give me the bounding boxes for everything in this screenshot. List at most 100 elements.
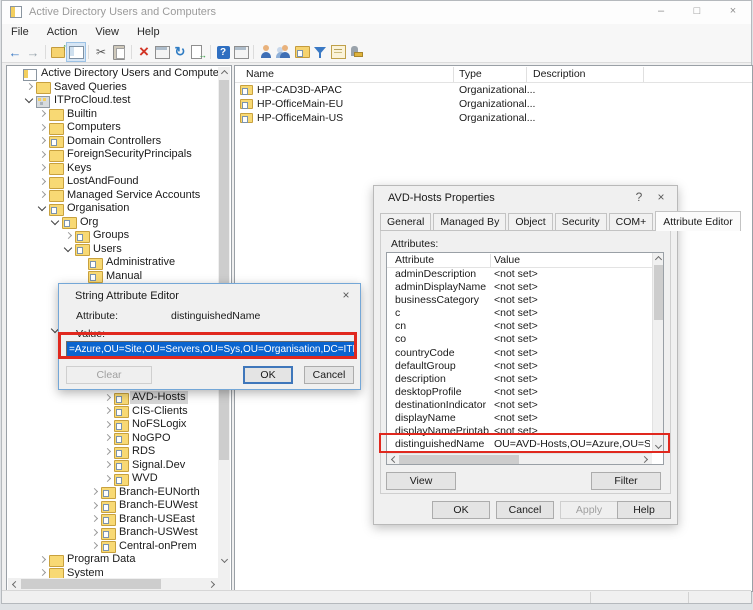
expander-icon[interactable] xyxy=(36,163,49,174)
tree-item[interactable]: Manual xyxy=(8,270,219,284)
attribute-row[interactable]: businessCategory <not set> xyxy=(387,294,652,307)
cut-button[interactable] xyxy=(92,43,110,61)
expander-icon[interactable] xyxy=(36,136,49,147)
properties-tab[interactable]: Object xyxy=(508,213,552,230)
delete-button[interactable] xyxy=(135,43,153,61)
cancel-button[interactable]: Cancel xyxy=(496,501,554,519)
expander-icon[interactable] xyxy=(88,487,101,498)
scroll-up-icon[interactable] xyxy=(218,67,230,79)
tree-item[interactable]: WVD xyxy=(8,472,219,486)
attribute-row[interactable]: desktopProfile <not set> xyxy=(387,386,652,399)
tree-item[interactable]: RDS xyxy=(8,445,219,459)
expander-icon[interactable] xyxy=(88,514,101,525)
attribute-row[interactable]: cn <not set> xyxy=(387,320,652,333)
set-filter-button[interactable] xyxy=(311,43,329,61)
attribute-row[interactable]: displayNamePrintable <not set> xyxy=(387,425,652,438)
tree-item[interactable]: Branch-USWest xyxy=(8,526,219,540)
close-button[interactable]: × xyxy=(715,1,751,24)
tree-item[interactable]: Managed Service Accounts xyxy=(8,189,219,203)
tree-item[interactable]: Keys xyxy=(8,162,219,176)
value-input[interactable]: =Azure,OU=Site,OU=Servers,OU=Sys,OU=Orga… xyxy=(66,341,355,358)
scrollbar-thumb[interactable] xyxy=(654,265,663,320)
scrollbar-thumb[interactable] xyxy=(219,80,229,460)
properties-tab[interactable]: COM+ xyxy=(609,213,654,230)
refresh-button[interactable] xyxy=(171,43,189,61)
expander-icon[interactable] xyxy=(88,527,101,538)
scroll-up-icon[interactable] xyxy=(652,253,664,265)
attribute-row[interactable]: c <not set> xyxy=(387,307,652,320)
ok-button[interactable]: OK xyxy=(432,501,490,519)
export-list-button[interactable] xyxy=(189,43,207,61)
attribute-row[interactable]: defaultGroup <not set> xyxy=(387,360,652,373)
minimize-button[interactable]: – xyxy=(643,1,679,24)
delegate-button[interactable] xyxy=(347,43,365,61)
attribute-row[interactable]: countryCode <not set> xyxy=(387,347,652,360)
tree-item[interactable]: Computers xyxy=(8,121,219,135)
tree-item[interactable]: Saved Queries xyxy=(8,81,219,95)
expander-icon[interactable] xyxy=(101,419,114,430)
expander-icon[interactable] xyxy=(101,460,114,471)
show-console-tree-button[interactable] xyxy=(67,43,85,61)
dialog-close-icon[interactable]: × xyxy=(653,190,669,204)
scroll-right-icon[interactable] xyxy=(640,453,652,465)
properties-button[interactable] xyxy=(153,43,171,61)
expander-icon[interactable] xyxy=(36,203,49,214)
attribute-row[interactable]: co <not set> xyxy=(387,333,652,346)
tree-item[interactable]: LostAndFound xyxy=(8,175,219,189)
list-item[interactable]: HP-OfficeMain-US Organizational... xyxy=(235,111,752,125)
new-group-button[interactable] xyxy=(275,43,293,61)
tree-item[interactable]: Organisation xyxy=(8,202,219,216)
paste-button[interactable] xyxy=(110,43,128,61)
tree-item[interactable]: ITProCloud.test xyxy=(8,94,219,108)
expander-icon[interactable] xyxy=(101,406,114,417)
dialog-help-icon[interactable]: ? xyxy=(631,190,647,204)
expander-icon[interactable] xyxy=(88,541,101,552)
scrollbar-thumb[interactable] xyxy=(399,455,519,464)
tree-item[interactable]: Branch-EUNorth xyxy=(8,486,219,500)
expander-icon[interactable] xyxy=(101,392,114,403)
window-button[interactable] xyxy=(232,43,250,61)
column-header-type[interactable]: Type xyxy=(459,68,482,80)
tree-item[interactable]: Users xyxy=(8,243,219,257)
scroll-down-icon[interactable] xyxy=(218,555,230,567)
tree-horizontal-scrollbar[interactable] xyxy=(8,578,219,590)
ok-button[interactable]: OK xyxy=(243,366,293,384)
tree-item[interactable]: Builtin xyxy=(8,108,219,122)
script-button[interactable] xyxy=(329,43,347,61)
properties-tab[interactable]: Security xyxy=(555,213,607,230)
expander-icon[interactable] xyxy=(10,68,23,79)
expander-icon[interactable] xyxy=(101,446,114,457)
view-button[interactable]: View xyxy=(386,472,456,490)
tree-item[interactable]: Domain Controllers xyxy=(8,135,219,149)
scroll-left-icon[interactable] xyxy=(8,578,20,590)
forward-button[interactable] xyxy=(24,43,42,61)
list-item[interactable]: HP-OfficeMain-EU Organizational... xyxy=(235,97,752,111)
back-button[interactable] xyxy=(6,43,24,61)
tree-item[interactable]: Active Directory Users and Computers [AD… xyxy=(8,67,219,81)
grid-vertical-scrollbar[interactable] xyxy=(652,253,663,453)
new-user-button[interactable] xyxy=(257,43,275,61)
apply-button[interactable]: Apply xyxy=(560,501,618,519)
tree-item[interactable]: AVD-Hosts xyxy=(8,391,219,405)
cancel-button[interactable]: Cancel xyxy=(304,366,354,384)
column-header-name[interactable]: Name xyxy=(246,68,274,80)
tree-item[interactable]: NoGPO xyxy=(8,432,219,446)
tree-item[interactable]: Central-onPrem xyxy=(8,540,219,554)
tree-item[interactable]: NoFSLogix xyxy=(8,418,219,432)
menu-item[interactable]: View xyxy=(86,24,128,42)
grid-column-attribute[interactable]: Attribute xyxy=(395,254,434,266)
properties-tab[interactable]: General xyxy=(380,213,431,230)
tree-item[interactable]: Administrative xyxy=(8,256,219,270)
tree-item[interactable]: CIS-Clients xyxy=(8,405,219,419)
help-button[interactable] xyxy=(214,43,232,61)
attribute-row[interactable]: adminDescription <not set> xyxy=(387,268,652,281)
dialog-close-icon[interactable]: × xyxy=(338,288,354,302)
expander-icon[interactable] xyxy=(75,257,88,268)
menu-item[interactable]: Action xyxy=(38,24,87,42)
tree-item[interactable]: Branch-USEast xyxy=(8,513,219,527)
maximize-button[interactable]: □ xyxy=(679,1,715,24)
expander-icon[interactable] xyxy=(23,82,36,93)
list-item[interactable]: HP-CAD3D-APAC Organizational... xyxy=(235,83,752,97)
attribute-row[interactable]: displayName <not set> xyxy=(387,412,652,425)
properties-tab[interactable]: Managed By xyxy=(433,213,506,230)
